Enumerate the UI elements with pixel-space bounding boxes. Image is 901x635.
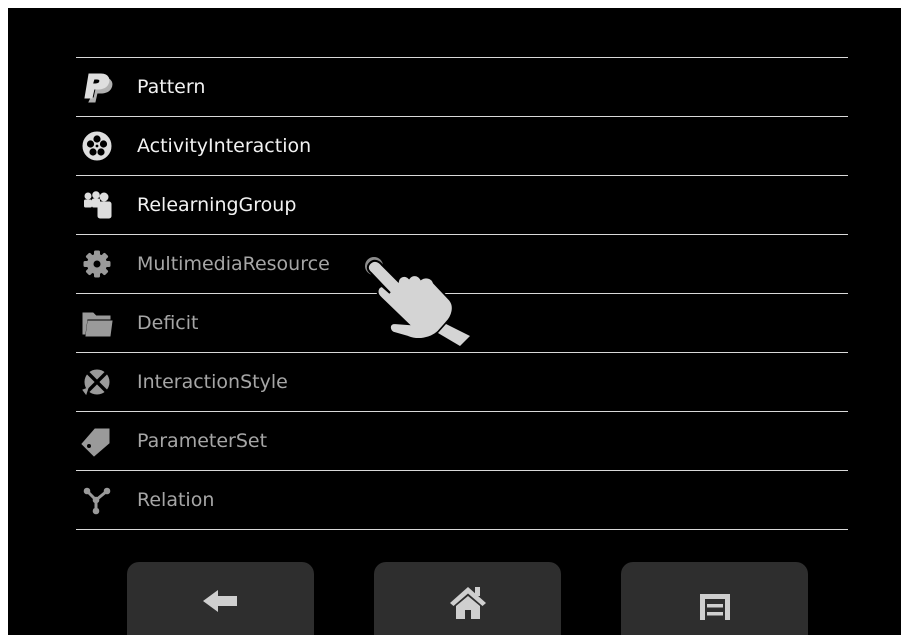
menu-item-label: ActivityInteraction [137,135,312,157]
menu-item-label: Pattern [137,76,206,98]
home-button[interactable] [374,562,561,635]
menu-item-relearninggroup[interactable]: RelearningGroup [76,176,848,235]
paypal-p-icon [78,70,116,104]
tag-icon [78,424,116,458]
menu-item-label: InteractionStyle [137,371,288,393]
menu-button[interactable] [621,562,808,635]
menu-item-label: MultimediaResource [137,253,330,275]
menu-icon [699,594,730,620]
menu-item-relation[interactable]: Relation [76,471,848,530]
people-group-icon [78,188,116,222]
menu-item-interactionstyle[interactable]: InteractionStyle [76,353,848,412]
gear-icon [78,247,116,281]
menu-item-deficit[interactable]: Deficit [76,294,848,353]
menu-item-multimediaresource[interactable]: MultimediaResource [76,235,848,294]
menu-item-activityinteraction[interactable]: ActivityInteraction [76,117,848,176]
crossed-circle-icon [78,365,116,399]
folders-icon [78,306,116,340]
node-graph-icon [78,483,116,517]
menu-item-parameterset[interactable]: ParameterSet [76,412,848,471]
home-icon [449,587,486,619]
menu-item-label: Deficit [137,312,199,334]
back-arrow-icon [202,590,237,612]
menu-item-label: ParameterSet [137,430,268,452]
menu-item-label: Relation [137,489,215,511]
menu-list: Pattern ActivityInteraction RelearningGr… [76,57,848,530]
menu-item-label: RelearningGroup [137,194,297,216]
film-reel-icon [78,129,116,163]
menu-item-pattern[interactable]: Pattern [76,58,848,117]
app-screen: Pattern ActivityInteraction RelearningGr… [8,8,901,635]
back-button[interactable] [127,562,314,635]
